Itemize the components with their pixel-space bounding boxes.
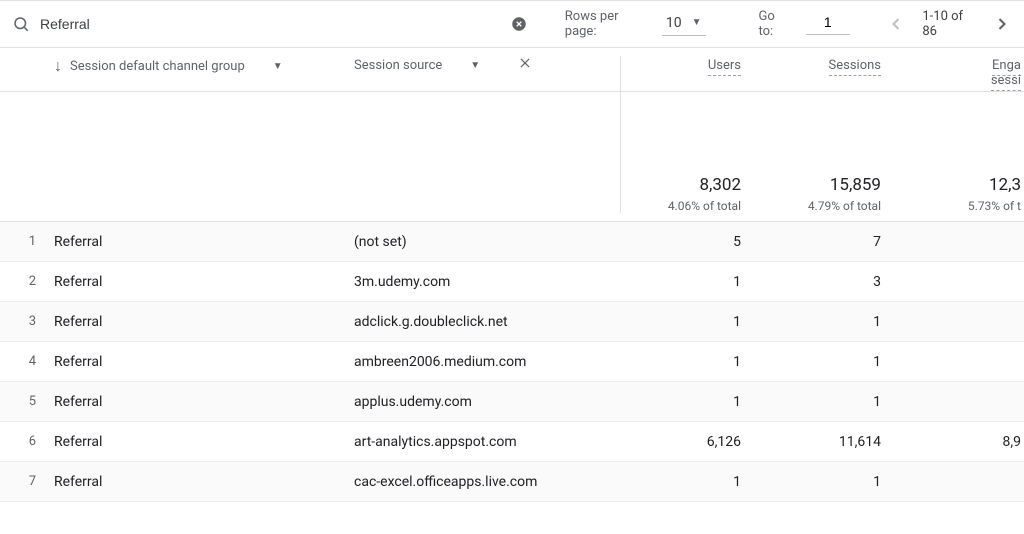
sort-descending-icon: ↓	[54, 56, 62, 76]
total-engaged-pct: 5.73% of t	[901, 199, 1021, 213]
table-row[interactable]: 1Referral(not set)57	[0, 222, 1024, 262]
dimension-channel-label: Session default channel group	[70, 59, 245, 74]
total-sessions-pct: 4.79% of total	[761, 199, 881, 213]
search-input[interactable]	[40, 16, 500, 32]
row-number: 4	[0, 354, 54, 369]
cell-channel-group: Referral	[54, 394, 354, 410]
caret-down-icon: ▼	[273, 61, 283, 72]
cell-sessions: 1	[761, 314, 901, 330]
cell-session-source: 3m.udemy.com	[354, 274, 620, 290]
dimension-header-session-source[interactable]: Session source ▼	[354, 56, 620, 74]
cell-users: 1	[621, 274, 761, 290]
clear-search-button[interactable]	[510, 14, 528, 34]
caret-down-icon: ▼	[692, 17, 702, 28]
cell-channel-group: Referral	[54, 354, 354, 370]
cell-session-source: applus.udemy.com	[354, 394, 620, 410]
table-row[interactable]: 5Referralapplus.udemy.com11	[0, 382, 1024, 422]
cell-channel-group: Referral	[54, 234, 354, 250]
cell-users: 1	[621, 354, 761, 370]
row-number: 1	[0, 234, 54, 249]
metric-header-sessions[interactable]: Sessions	[761, 56, 901, 73]
cell-sessions: 11,614	[761, 434, 901, 450]
search-icon	[12, 15, 30, 33]
goto-label: Go to:	[758, 9, 789, 39]
total-engaged-value: 12,3	[901, 175, 1021, 195]
cell-users: 1	[621, 314, 761, 330]
cell-users: 1	[621, 394, 761, 410]
total-engaged: 12,3 5.73% of t	[901, 175, 1021, 213]
cell-session-source: art-analytics.appspot.com	[354, 434, 620, 450]
total-users-pct: 4.06% of total	[621, 199, 741, 213]
caret-down-icon: ▼	[470, 60, 480, 71]
goto-page-input[interactable]	[806, 14, 850, 35]
metric-header-engaged-sessions[interactable]: Enga sessi	[901, 56, 1021, 88]
table-body: 1Referral(not set)572Referral3m.udemy.co…	[0, 222, 1024, 502]
rows-per-page-value: 10	[666, 15, 682, 31]
next-page-button[interactable]	[992, 14, 1012, 34]
cell-session-source: ambreen2006.medium.com	[354, 354, 620, 370]
metric-header-users[interactable]: Users	[621, 56, 761, 73]
table-row[interactable]: 6Referralart-analytics.appspot.com6,1261…	[0, 422, 1024, 462]
cell-channel-group: Referral	[54, 434, 354, 450]
row-number: 5	[0, 394, 54, 409]
dimension-header-channel-group[interactable]: ↓ Session default channel group ▼	[54, 56, 354, 76]
cell-session-source: (not set)	[354, 234, 620, 250]
rows-per-page-select[interactable]: 10 ▼	[662, 13, 706, 36]
cell-sessions: 1	[761, 394, 901, 410]
row-number: 2	[0, 274, 54, 289]
metric-users-label: Users	[708, 58, 741, 76]
page-range-label: 1-10 of 86	[922, 9, 976, 39]
metric-sessions-label: Sessions	[829, 58, 882, 76]
cell-session-source: adclick.g.doubleclick.net	[354, 314, 620, 330]
metric-engaged-label-2: sessi	[991, 73, 1021, 91]
total-sessions-value: 15,859	[761, 175, 881, 195]
prev-page-button[interactable]	[886, 14, 906, 34]
table-row[interactable]: 4Referralambreen2006.medium.com11	[0, 342, 1024, 382]
table-row[interactable]: 7Referralcac-excel.officeapps.live.com11	[0, 462, 1024, 502]
total-users: 8,302 4.06% of total	[621, 175, 761, 213]
row-number: 3	[0, 314, 54, 329]
cell-channel-group: Referral	[54, 274, 354, 290]
cell-sessions: 3	[761, 274, 901, 290]
cell-sessions: 1	[761, 474, 901, 490]
table-row[interactable]: 2Referral3m.udemy.com13	[0, 262, 1024, 302]
table-row[interactable]: 3Referraladclick.g.doubleclick.net11	[0, 302, 1024, 342]
totals-row: 8,302 4.06% of total 15,859 4.79% of tot…	[0, 92, 1024, 222]
total-sessions: 15,859 4.79% of total	[761, 175, 901, 213]
cell-channel-group: Referral	[54, 314, 354, 330]
rows-per-page-label: Rows per page:	[565, 9, 646, 39]
total-users-value: 8,302	[621, 175, 741, 195]
table-toolbar: Rows per page: 10 ▼ Go to: 1-10 of 86	[0, 0, 1024, 48]
dimension-source-label: Session source	[354, 58, 442, 73]
cell-users: 5	[621, 234, 761, 250]
cell-users: 6,126	[621, 434, 761, 450]
cell-session-source: cac-excel.officeapps.live.com	[354, 474, 620, 490]
cell-engaged: 8,9	[901, 434, 1021, 450]
cell-sessions: 1	[761, 354, 901, 370]
remove-dimension-button[interactable]	[518, 56, 532, 74]
row-number: 7	[0, 474, 54, 489]
cell-channel-group: Referral	[54, 474, 354, 490]
cell-sessions: 7	[761, 234, 901, 250]
row-number: 6	[0, 434, 54, 449]
column-header-row: ↓ Session default channel group ▼ Sessio…	[0, 48, 1024, 92]
cell-users: 1	[621, 474, 761, 490]
